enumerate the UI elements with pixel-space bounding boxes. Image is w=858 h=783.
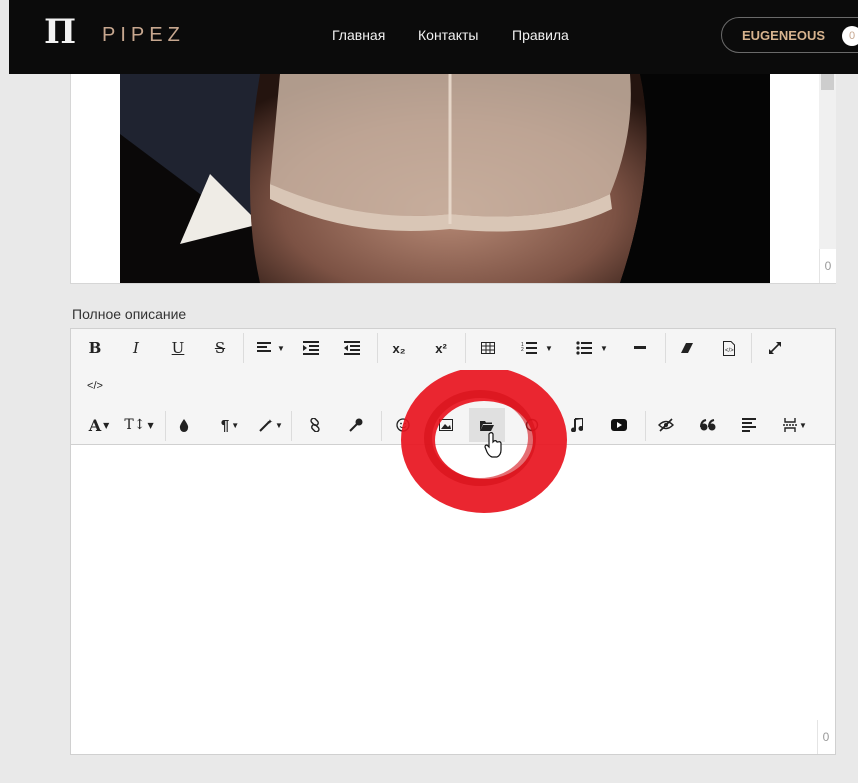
font-color-button[interactable]: A ▼	[77, 408, 121, 442]
logo-text[interactable]: PIPEZ	[102, 24, 185, 47]
user-balance-badge: 0	[842, 26, 858, 46]
bullet-list-icon	[576, 341, 593, 355]
hide-content-button[interactable]	[648, 408, 684, 442]
ordered-list-icon: 12	[521, 342, 538, 354]
fullscreen-button[interactable]	[757, 331, 793, 365]
insert-table-button[interactable]	[470, 331, 506, 365]
expand-icon	[769, 342, 781, 354]
embed-icon	[525, 418, 539, 432]
key-icon	[349, 418, 363, 432]
subscript-button[interactable]: x₂	[381, 331, 417, 365]
editor-content-area[interactable]	[71, 446, 835, 754]
italic-button[interactable]: I	[118, 331, 154, 365]
svg-text:</>: </>	[725, 348, 734, 354]
superscript-button[interactable]: x²	[423, 331, 459, 365]
font-size-button[interactable]: T↕ ▼	[119, 408, 159, 442]
drop-icon	[179, 418, 189, 432]
underline-button[interactable]: U	[160, 331, 196, 365]
image-icon	[439, 419, 453, 431]
top-navbar: П PIPEZ Главная Контакты Правила EUGENEO…	[9, 0, 858, 74]
ordered-list-button[interactable]: 1 2 ▼	[514, 331, 560, 365]
insert-video-button[interactable]	[601, 408, 637, 442]
svg-text:2: 2	[521, 347, 524, 353]
outdent-icon	[344, 341, 360, 355]
hand-cursor-icon	[484, 432, 502, 458]
insert-image-button[interactable]	[428, 408, 464, 442]
full-description-editor: B I U S ▼ x₂ x² 1 2 ▼ ▼ </> </> A ▼ T↕ ▼…	[70, 328, 836, 755]
folder-open-icon	[480, 420, 494, 431]
table-icon	[481, 342, 495, 354]
user-menu-button[interactable]: EUGENEOUS 0	[721, 17, 858, 53]
user-name: EUGENEOUS	[742, 28, 826, 43]
source-file-button[interactable]: </>	[711, 331, 747, 365]
scrollbar-thumb[interactable]	[821, 74, 834, 90]
nav-link-rules[interactable]: Правила	[512, 27, 569, 43]
image-scrollbar[interactable]	[819, 74, 836, 254]
smiley-icon	[396, 418, 410, 432]
indent-icon	[303, 341, 319, 355]
paragraph-format-button[interactable]: ¶ ▼	[208, 408, 252, 442]
code-file-icon: </>	[723, 340, 735, 356]
svg-text:✦: ✦	[267, 418, 273, 426]
page-break-button[interactable]: ▼	[773, 408, 817, 442]
product-photo	[120, 74, 770, 283]
horizontal-rule-button[interactable]	[622, 331, 658, 365]
font-size-label: T↕	[124, 417, 146, 433]
link-icon	[310, 418, 320, 432]
char-counter: 0	[819, 249, 836, 283]
magic-wand-icon: ✦	[259, 418, 273, 432]
quote-icon	[700, 419, 716, 431]
text-align-button[interactable]	[732, 408, 768, 442]
unordered-list-button[interactable]: ▼	[568, 331, 616, 365]
quote-button[interactable]	[690, 408, 726, 442]
short-description-editor[interactable]: 0	[70, 74, 836, 284]
full-description-label: Полное описание	[72, 306, 187, 322]
nav-link-contacts[interactable]: Контакты	[418, 27, 478, 43]
youtube-icon	[611, 419, 627, 431]
align-left-icon	[257, 342, 272, 352]
eye-slash-icon	[658, 418, 674, 432]
key-button[interactable]	[338, 408, 374, 442]
logo-mark[interactable]: П	[44, 12, 76, 52]
char-counter: 0	[817, 720, 834, 754]
paragraph-label: ¶	[220, 416, 230, 434]
music-icon	[571, 418, 583, 432]
bold-button[interactable]: B	[77, 331, 113, 365]
font-color-label: A	[88, 415, 102, 435]
indent-button[interactable]	[293, 331, 329, 365]
emoji-button[interactable]	[385, 408, 421, 442]
nav-link-home[interactable]: Главная	[332, 27, 385, 43]
style-dropdown-button[interactable]: ✦ ▼	[249, 408, 293, 442]
outdent-button[interactable]	[334, 331, 370, 365]
background-color-button[interactable]	[166, 408, 202, 442]
page-break-icon	[783, 418, 798, 432]
code-view-button[interactable]: </>	[77, 369, 113, 403]
editor-toolbar: B I U S ▼ x₂ x² 1 2 ▼ ▼ </> </> A ▼ T↕ ▼…	[71, 329, 835, 445]
clear-format-button[interactable]	[669, 331, 705, 365]
eraser-icon	[681, 343, 693, 353]
align-text-icon	[742, 418, 756, 432]
minus-icon	[634, 346, 646, 349]
insert-link-button[interactable]	[297, 408, 333, 442]
insert-audio-button[interactable]	[559, 408, 595, 442]
embed-button[interactable]	[514, 408, 550, 442]
strikethrough-button[interactable]: S	[202, 331, 238, 365]
align-dropdown-button[interactable]: ▼	[249, 331, 293, 365]
